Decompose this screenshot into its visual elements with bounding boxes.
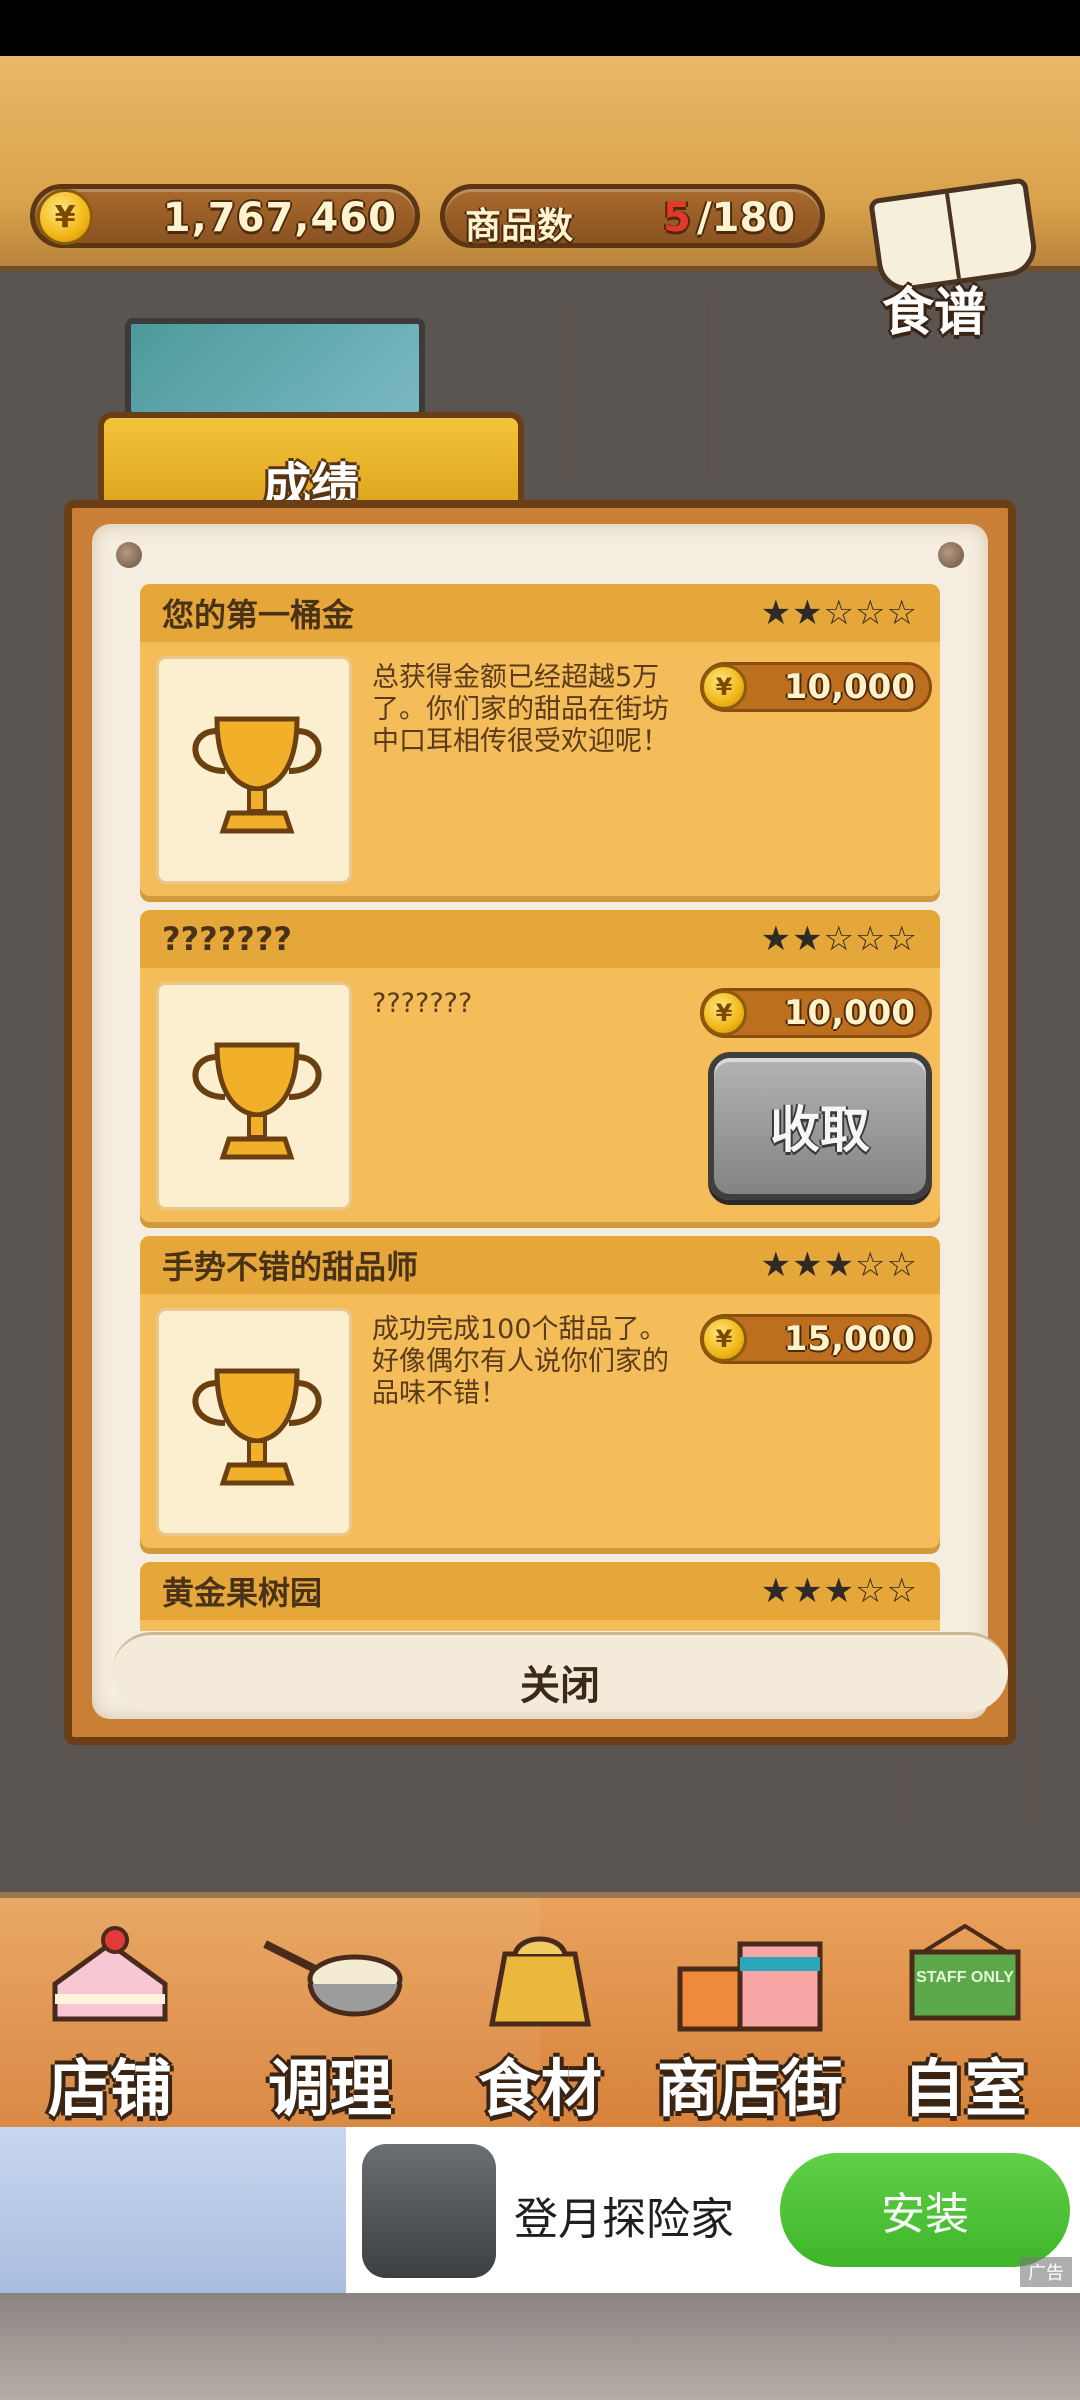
coin-icon: ¥ [37, 189, 93, 245]
nav-label: 自室 [902, 2052, 1027, 2125]
shop-thumbnail [125, 318, 425, 418]
coin-icon: ¥ [701, 664, 747, 710]
claim-button[interactable]: 收取 [708, 1052, 932, 1200]
claim-label: 收取 [770, 1101, 870, 1159]
achievement-title: ??????? [162, 920, 292, 958]
close-label: 关闭 [520, 1663, 600, 1709]
nav-item-my-room[interactable]: STAFF ONLY 自室 [880, 1918, 1050, 2128]
ad-app-name[interactable]: 登月探险家 [514, 2183, 734, 2247]
nav-item-shop[interactable]: 店铺 [30, 1918, 190, 2128]
nav-item-cooking[interactable]: 调理 [240, 1918, 420, 2128]
achievement-header: 黄金果树园 ★★★☆☆ [140, 1562, 940, 1620]
achievement-title: 手势不错的甜品师 [162, 1248, 419, 1286]
achievements-board: 您的第一桶金 ★★☆☆☆ 总获得金额已经超越5万了。你们家的甜品在街坊中口耳相传… [64, 500, 1016, 1745]
ad-banner[interactable]: 登月探险家 安装 广告 [0, 2127, 1080, 2293]
achievement-list[interactable]: 您的第一桶金 ★★☆☆☆ 总获得金额已经超越5万了。你们家的甜品在街坊中口耳相传… [140, 584, 940, 1631]
reward-display: ¥ 10,000 [700, 662, 932, 712]
mixing-bowl-icon [263, 1940, 403, 2017]
star-rating: ★★★☆☆ [760, 1245, 918, 1285]
reward-value: 10,000 [783, 993, 915, 1033]
ad-app-icon[interactable] [362, 2144, 496, 2278]
money-display: ¥ 1,767,460 [30, 184, 420, 248]
recipe-button[interactable]: 食谱 [860, 177, 1050, 348]
achievement-header: 手势不错的甜品师 ★★★☆☆ [140, 1236, 940, 1294]
trophy-frame [156, 1308, 352, 1536]
cake-icon [52, 1926, 168, 2022]
bottom-background [0, 2293, 1080, 2400]
ingredient-bag-icon [488, 1936, 592, 2027]
achievements-paper: 您的第一桶金 ★★☆☆☆ 总获得金额已经超越5万了。你们家的甜品在街坊中口耳相传… [92, 524, 1008, 1719]
close-button[interactable]: 关闭 [112, 1632, 1008, 1712]
product-count-total: /180 [697, 195, 796, 241]
trophy-icon [192, 716, 322, 834]
achievement-description: 成功完成100个甜品了。好像偶尔有人说你们家的品味不错！ [372, 1314, 669, 1409]
staff-sign-text: STAFF ONLY [916, 1969, 1014, 1986]
product-count-current: 5 [663, 195, 691, 241]
nav-item-ingredients[interactable]: 食材 [460, 1918, 620, 2128]
achievement-card: 手势不错的甜品师 ★★★☆☆ 成功完成100个甜品了。好像偶尔有人说你们家的品味… [140, 1236, 940, 1548]
achievement-card: 黄金果树园 ★★★☆☆ [140, 1562, 940, 1631]
recipe-label: 食谱 [882, 283, 987, 343]
ad-image[interactable] [0, 2127, 346, 2293]
reward-display: ¥ 10,000 [700, 988, 932, 1038]
reward-value: 10,000 [783, 667, 915, 707]
ad-install-button[interactable]: 安装 [780, 2153, 1070, 2267]
status-bar [0, 0, 1080, 56]
nav-label: 调理 [267, 2052, 392, 2125]
achievement-description: ??????? [372, 988, 473, 1019]
trophy-frame [156, 656, 352, 884]
achievement-header: 您的第一桶金 ★★☆☆☆ [140, 584, 940, 642]
coin-icon: ¥ [701, 990, 747, 1036]
nav-label: 商店街 [656, 2052, 843, 2125]
star-rating: ★★★☆☆ [760, 1571, 918, 1611]
achievement-card: ??????? ★★☆☆☆ ??????? ¥ 10,000 收取 [140, 910, 940, 1222]
product-count-display: 商品数 5 /180 [440, 184, 825, 248]
reward-display: ¥ 15,000 [700, 1314, 932, 1364]
achievement-title: 黄金果树园 [162, 1574, 323, 1612]
product-count-label: 商品数 [465, 206, 574, 247]
pin-icon [116, 542, 142, 568]
bottom-nav: 店铺 调理 食材 商店街 STAFF ONLY 自室 [0, 1892, 1080, 2127]
nav-item-shopping-street[interactable]: 商店街 [640, 1918, 860, 2128]
achievement-title: 您的第一桶金 [162, 596, 355, 634]
ad-install-label: 安装 [881, 2189, 969, 2240]
trophy-icon [192, 1368, 322, 1486]
star-rating: ★★☆☆☆ [760, 919, 918, 959]
coin-icon: ¥ [701, 1316, 747, 1362]
achievement-description: 总获得金额已经超越5万了。你们家的甜品在街坊中口耳相传很受欢迎呢！ [372, 662, 669, 757]
nav-label: 食材 [477, 2052, 602, 2125]
trophy-frame [156, 982, 352, 1210]
reward-value: 15,000 [783, 1319, 915, 1359]
nav-label: 店铺 [47, 2052, 172, 2125]
staff-only-sign-icon: STAFF ONLY [909, 1924, 1021, 2021]
ad-tag: 广告 [1020, 2257, 1072, 2287]
trophy-icon [192, 1042, 322, 1160]
money-value: 1,767,460 [162, 195, 397, 241]
background-sketch [560, 300, 710, 480]
achievement-card: 您的第一桶金 ★★☆☆☆ 总获得金额已经超越5万了。你们家的甜品在街坊中口耳相传… [140, 584, 940, 896]
star-rating: ★★☆☆☆ [760, 593, 918, 633]
pin-icon [938, 542, 964, 568]
shop-street-icon [677, 1941, 823, 2032]
achievement-header: ??????? ★★☆☆☆ [140, 910, 940, 968]
